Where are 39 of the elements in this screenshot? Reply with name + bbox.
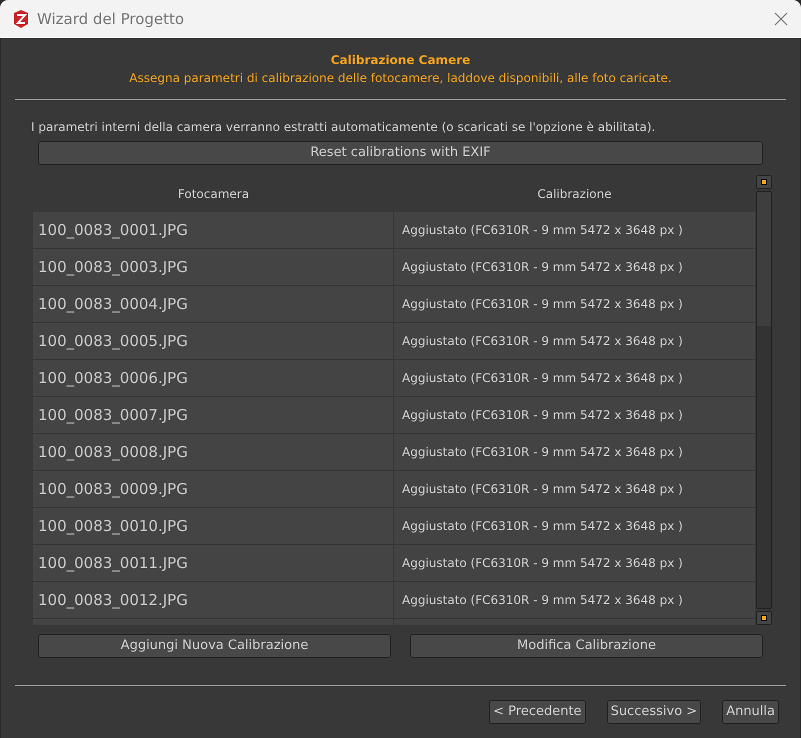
table-cell: 100_0083_0007.JPG bbox=[33, 397, 394, 433]
table-cell: 100_0083_0004.JPG bbox=[33, 286, 394, 322]
nav-button[interactable]: Annulla bbox=[722, 700, 779, 724]
table-cell: Aggiustato (FC6310R - 9 mm 5472 x 3648 px ) bbox=[394, 508, 755, 544]
window-title: Wizard del Progetto bbox=[37, 8, 184, 30]
table-cell: 100_0083_0012.JPG bbox=[33, 582, 394, 618]
table-cell: 100_0083_0005.JPG bbox=[33, 323, 394, 359]
table-cell: Aggiustato (FC6310R - 9 mm 5472 x 3648 px ) bbox=[394, 434, 755, 470]
table-cell: 100_0083_0006.JPG bbox=[33, 360, 394, 396]
table-cell: Aggiustato (FC6310R - 9 mm 5472 x 3648 px ) bbox=[394, 286, 755, 322]
close-icon[interactable] bbox=[774, 12, 788, 26]
table-cell: 100_0083_0009.JPG bbox=[33, 471, 394, 507]
action-button[interactable]: Aggiungi Nuova Calibrazione bbox=[38, 634, 391, 658]
logo-icon bbox=[11, 9, 31, 29]
table-cell: 100_0083_0003.JPG bbox=[33, 249, 394, 285]
table-cell: 100_0083_0001.JPG bbox=[33, 212, 394, 248]
table-cell: 100_0083_0011.JPG bbox=[33, 545, 394, 581]
info-text: I parametri interni della camera verranno estratti automaticamente (o scaricati se l'opzione è abilitata). bbox=[31, 119, 656, 136]
column-header: Calibrazione bbox=[536, 186, 613, 202]
header-subtitle: Assegna parametri di calibrazione delle fotocamere, laddove disponibili, alle foto caricate. bbox=[129, 70, 672, 87]
header-title: Calibrazione Camere bbox=[330, 52, 470, 69]
action-button[interactable]: Modifica Calibrazione bbox=[410, 634, 763, 658]
reset-button[interactable]: Reset calibrations with EXIF bbox=[38, 141, 763, 165]
nav-button[interactable]: Successivo > bbox=[606, 700, 702, 724]
scroll-thumb[interactable] bbox=[757, 192, 771, 326]
table-cell: Aggiustato (FC6310R - 9 mm 5472 x 3648 px ) bbox=[394, 582, 755, 618]
table-cell: Aggiustato (FC6310R - 9 mm 5472 x 3648 px ) bbox=[394, 397, 755, 433]
table-cell: Aggiustato (FC6310R - 9 mm 5472 x 3648 px ) bbox=[394, 212, 755, 248]
table-cell: Aggiustato (FC6310R - 9 mm 5472 x 3648 px ) bbox=[394, 545, 755, 581]
table-cell: 100_0083_0010.JPG bbox=[33, 508, 394, 544]
column-header: Fotocamera bbox=[176, 186, 250, 202]
table-cell: Aggiustato (FC6310R - 9 mm 5472 x 3648 px ) bbox=[394, 471, 755, 507]
scroll-up-button[interactable] bbox=[756, 175, 772, 189]
scroll-down-button[interactable] bbox=[756, 611, 772, 625]
table-cell: Aggiustato (FC6310R - 9 mm 5472 x 3648 px ) bbox=[394, 249, 755, 285]
table-cell: 100_0083_0008.JPG bbox=[33, 434, 394, 470]
nav-button[interactable]: < Precedente bbox=[489, 700, 586, 724]
table-cell: Aggiustato (FC6310R - 9 mm 5472 x 3648 px ) bbox=[394, 360, 755, 396]
table-cell: Aggiustato (FC6310R - 9 mm 5472 x 3648 px ) bbox=[394, 323, 755, 359]
